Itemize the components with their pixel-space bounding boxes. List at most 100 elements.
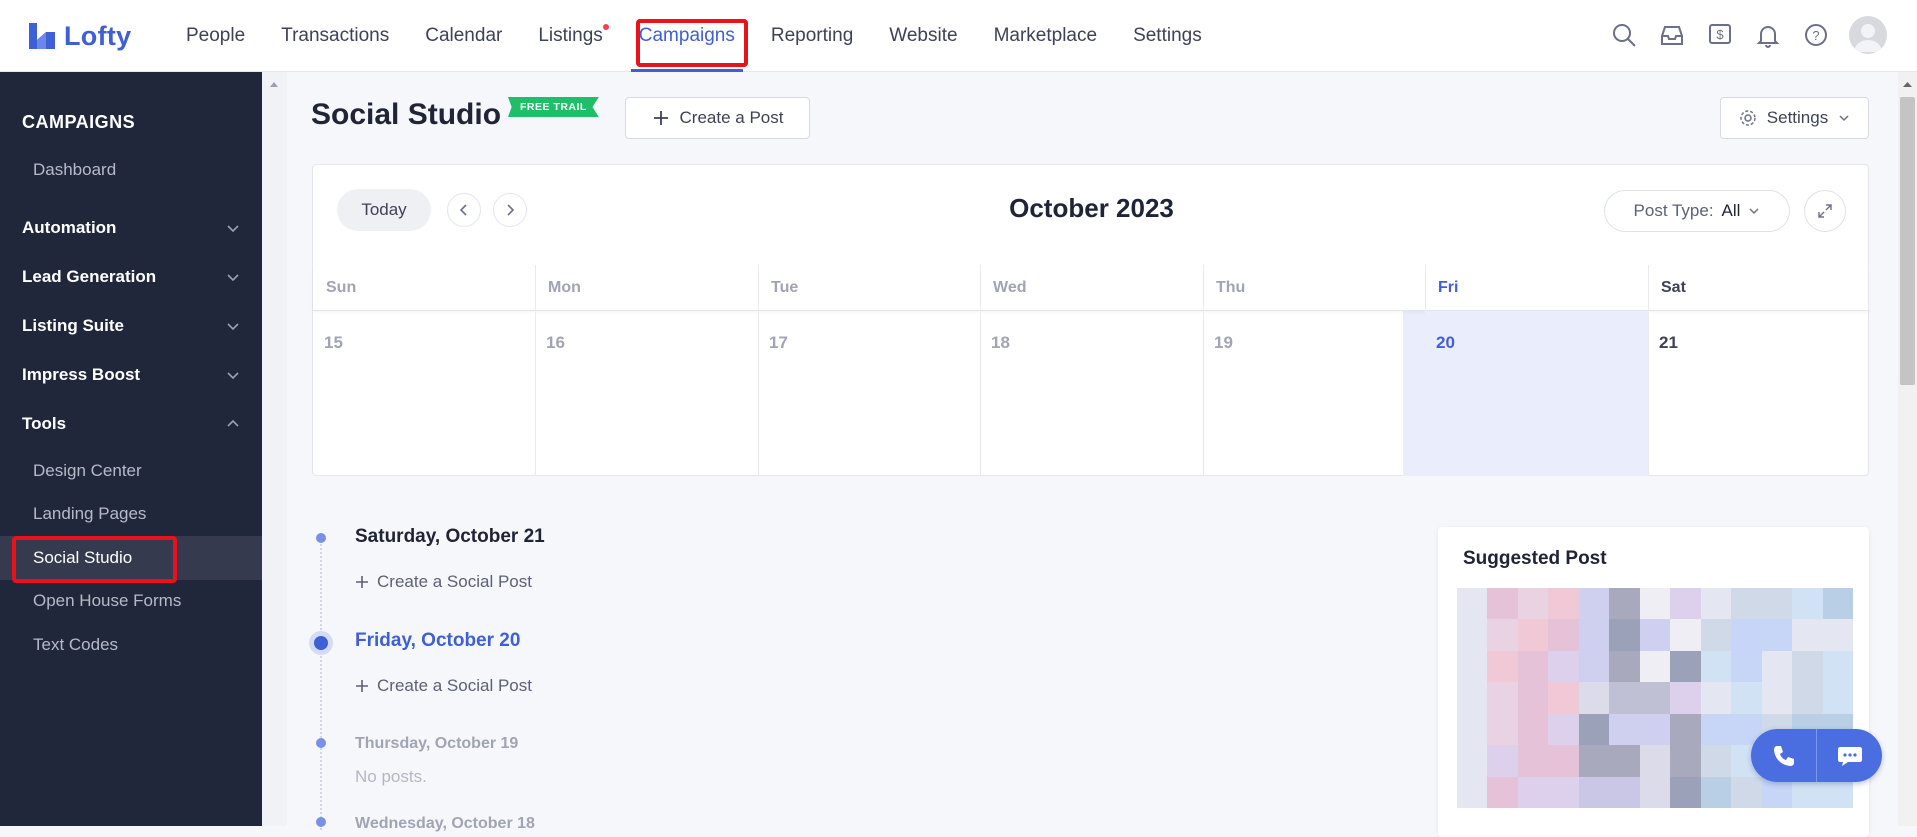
day-cell-today[interactable]: 20	[1425, 311, 1648, 476]
sidebar-item-label: Text Codes	[33, 635, 119, 654]
day-number: 16	[546, 333, 565, 352]
sidebar-item-text-codes[interactable]: Text Codes	[0, 623, 262, 667]
image-pixel	[1487, 588, 1518, 620]
image-pixel	[1639, 682, 1671, 714]
sidebar-item-label: Landing Pages	[33, 504, 147, 523]
sidebar-item-dashboard[interactable]: Dashboard	[0, 148, 262, 192]
day-cell[interactable]: 21	[1648, 311, 1869, 476]
nav-website[interactable]: Website	[871, 0, 975, 72]
nav-settings[interactable]: Settings	[1115, 0, 1220, 72]
timeline-date-current: Friday, October 20	[355, 630, 521, 651]
nav-listings-label: Listings	[538, 25, 603, 46]
image-pixel	[1761, 588, 1793, 620]
image-pixel	[1487, 682, 1518, 714]
bell-icon[interactable]	[1753, 20, 1783, 50]
svg-text:?: ?	[1812, 28, 1819, 43]
image-pixel	[1639, 650, 1671, 683]
sidebar-item-open-house-forms[interactable]: Open House Forms	[0, 579, 262, 623]
image-pixel	[1670, 745, 1701, 777]
lofty-logo[interactable]: Lofty	[26, 18, 131, 54]
image-pixel	[1609, 588, 1640, 620]
day-cell[interactable]: 19	[1203, 311, 1425, 476]
nav-website-label: Website	[889, 25, 958, 46]
search-icon[interactable]	[1609, 20, 1639, 50]
sidebar-group-label: Lead Generation	[22, 267, 157, 286]
sidebar-item-design-center[interactable]: Design Center	[0, 449, 262, 493]
top-navigation-bar: Lofty People Transactions Calendar Listi…	[0, 0, 1917, 72]
expand-icon	[1818, 204, 1832, 218]
inbox-icon[interactable]	[1657, 20, 1687, 50]
sidebar-item-landing-pages[interactable]: Landing Pages	[0, 492, 262, 536]
image-pixel	[1822, 682, 1853, 714]
timeline-dot-current	[314, 636, 328, 650]
nav-reporting[interactable]: Reporting	[753, 0, 871, 72]
nav-listings[interactable]: Listings	[520, 0, 620, 72]
day-cell[interactable]: 18	[980, 311, 1203, 476]
page-title: Social Studio	[311, 98, 502, 131]
image-pixel	[1700, 713, 1732, 746]
create-post-button[interactable]: Create a Post	[625, 97, 810, 139]
sidebar-group-tools[interactable]: Tools	[0, 402, 262, 446]
sidebar-group-impress-boost[interactable]: Impress Boost	[0, 353, 262, 397]
scrollbar-thumb[interactable]	[1900, 97, 1915, 385]
sidebar-item-label: Dashboard	[33, 160, 117, 179]
image-pixel	[1670, 650, 1701, 683]
image-pixel	[1548, 619, 1579, 651]
sidebar-group-label: Listing Suite	[22, 316, 124, 335]
chat-button[interactable]	[1817, 729, 1882, 782]
image-pixel	[1517, 588, 1549, 620]
image-pixel	[1670, 588, 1701, 620]
create-post-label: Create a Post	[679, 108, 784, 127]
image-pixel	[1792, 588, 1823, 620]
image-pixel	[1700, 619, 1732, 651]
image-pixel	[1457, 650, 1488, 683]
day-number: 17	[769, 333, 788, 352]
nav-calendar[interactable]: Calendar	[407, 0, 520, 72]
image-pixel	[1517, 682, 1549, 714]
sidebar-group-label: Impress Boost	[22, 365, 141, 384]
expand-button[interactable]	[1804, 190, 1846, 232]
day-cell[interactable]: 15	[313, 311, 535, 476]
phone-icon	[1773, 745, 1794, 766]
sidebar-group-listing-suite[interactable]: Listing Suite	[0, 304, 262, 348]
image-pixel	[1822, 619, 1853, 651]
nav-reporting-label: Reporting	[770, 25, 854, 46]
day-cell[interactable]: 16	[535, 311, 758, 476]
dollar-icon[interactable]: $	[1705, 20, 1735, 50]
timeline-date: Thursday, October 19	[355, 735, 519, 752]
nav-transactions[interactable]: Transactions	[263, 0, 407, 72]
day-cell[interactable]: 17	[758, 311, 980, 476]
nav-people[interactable]: People	[168, 0, 263, 72]
scroll-up-arrow-icon[interactable]	[269, 80, 279, 88]
left-scroll-track	[262, 72, 287, 826]
image-pixel	[1761, 619, 1793, 651]
image-pixel	[1731, 682, 1762, 714]
timeline-date: Wednesday, October 18	[355, 815, 535, 832]
sidebar-group-lead-generation[interactable]: Lead Generation	[0, 255, 262, 299]
image-pixel	[1609, 682, 1640, 714]
help-icon[interactable]: ?	[1801, 20, 1831, 50]
nav-transactions-label: Transactions	[281, 25, 390, 46]
logo-text: Lofty	[64, 20, 132, 51]
call-button[interactable]	[1751, 729, 1816, 782]
nav-people-label: People	[186, 25, 246, 46]
image-pixel	[1609, 713, 1640, 746]
image-pixel	[1578, 619, 1610, 651]
create-social-post-link[interactable]: Create a Social Post	[355, 572, 532, 592]
nav-settings-label: Settings	[1133, 25, 1202, 46]
weekday-label: Wed	[993, 279, 1027, 296]
create-social-post-label: Create a Social Post	[377, 572, 532, 591]
post-type-filter[interactable]: Post Type: All	[1604, 190, 1790, 232]
settings-dropdown-button[interactable]: Settings	[1720, 97, 1869, 139]
image-pixel	[1487, 650, 1518, 683]
sidebar-group-automation[interactable]: Automation	[0, 206, 262, 250]
suggested-post-card[interactable]: Suggested Post	[1438, 527, 1869, 837]
scroll-up-arrow-icon[interactable]	[1902, 80, 1913, 88]
create-social-post-link[interactable]: Create a Social Post	[355, 676, 532, 696]
avatar[interactable]	[1849, 16, 1887, 54]
image-pixel	[1609, 776, 1640, 808]
image-pixel	[1792, 619, 1823, 651]
chevron-down-icon	[227, 372, 239, 380]
image-pixel	[1609, 745, 1640, 777]
nav-marketplace[interactable]: Marketplace	[976, 0, 1116, 72]
